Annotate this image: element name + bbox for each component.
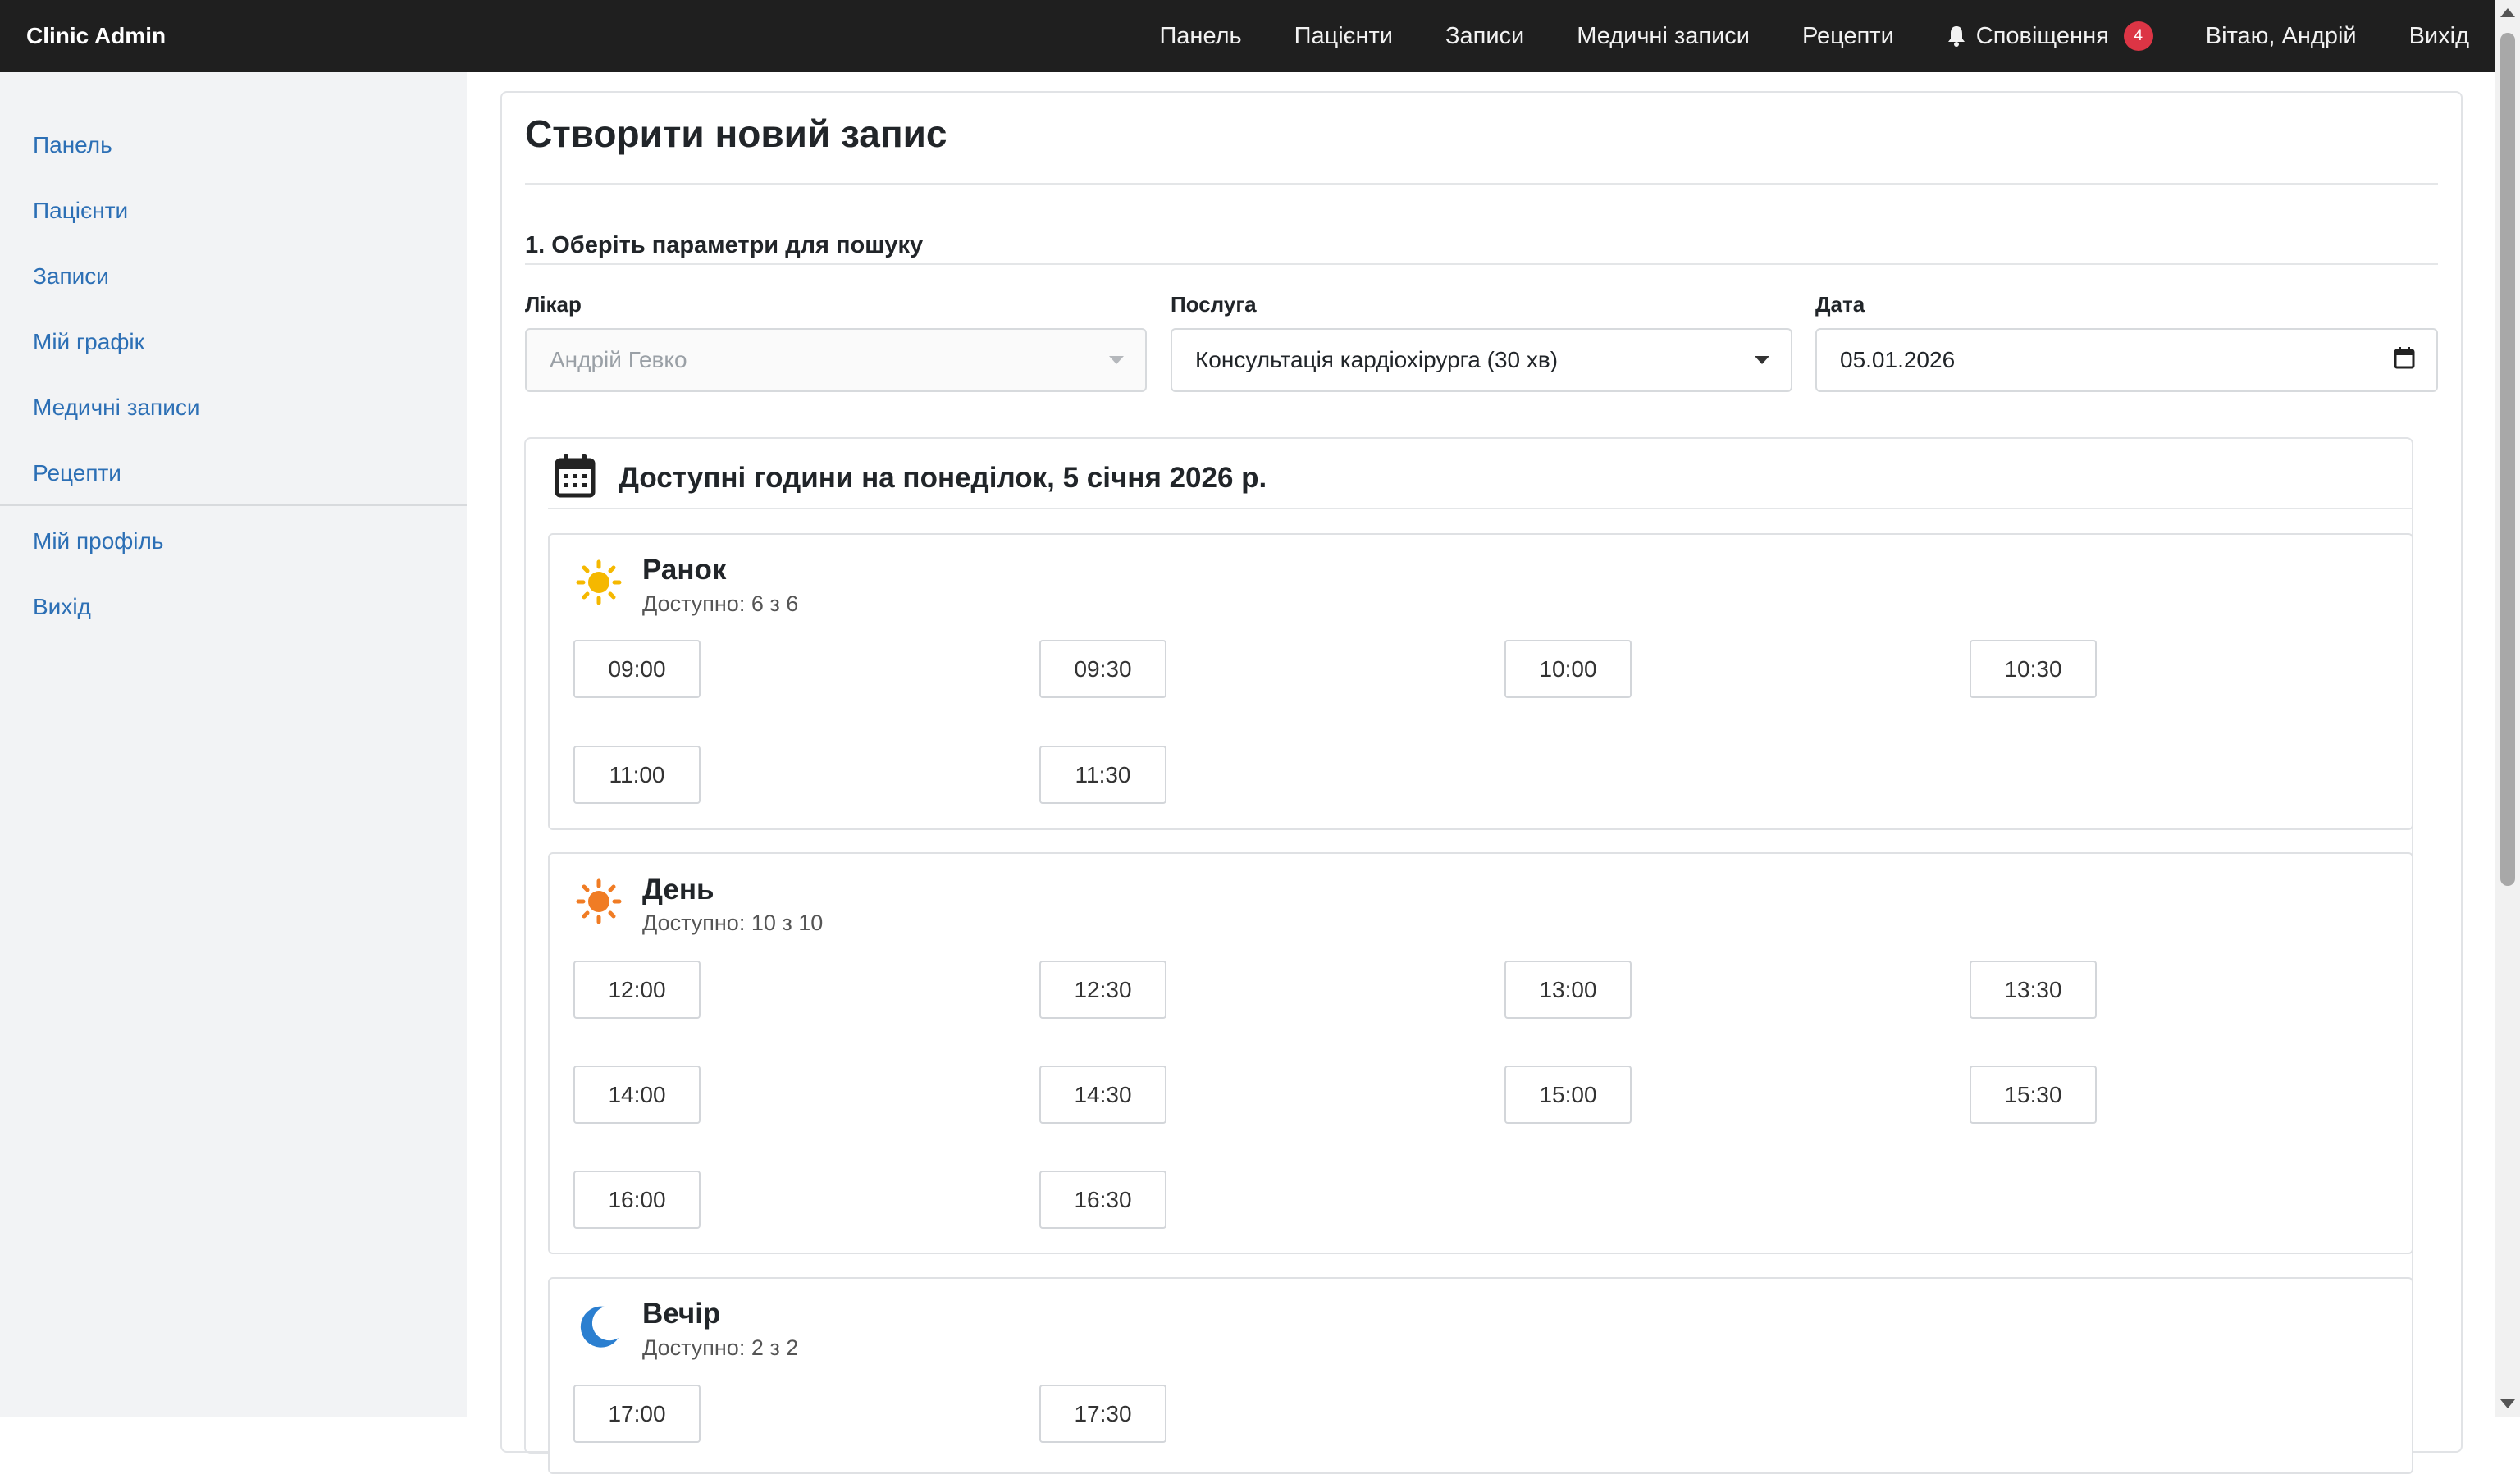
doctor-label: Лікар	[525, 292, 582, 317]
date-input[interactable]: 05.01.2026	[1815, 328, 2438, 392]
notifications-count-badge: 4	[2123, 21, 2153, 51]
day-availability: Доступно: 10 з 10	[642, 910, 824, 935]
slot-button[interactable]: 10:30	[1970, 640, 2097, 698]
slot-button[interactable]: 11:00	[573, 746, 701, 804]
sidebar-item-appointments[interactable]: Записи	[33, 263, 109, 290]
nav-patients[interactable]: Пацієнти	[1294, 23, 1393, 50]
sun-icon	[574, 877, 623, 930]
chevron-down-icon	[1755, 356, 1769, 364]
slot-button[interactable]: 14:00	[573, 1066, 701, 1124]
scroll-down-arrow-icon[interactable]	[2500, 1399, 2515, 1408]
evening-title: Вечір	[642, 1298, 721, 1330]
evening-period-card	[548, 1277, 2413, 1474]
slot-button[interactable]: 17:30	[1039, 1385, 1166, 1443]
nav-greeting[interactable]: Вітаю, Андрій	[2206, 23, 2357, 50]
sidebar-item-medical-records[interactable]: Медичні записи	[33, 395, 199, 421]
morning-title: Ранок	[642, 554, 727, 586]
slot-button[interactable]: 12:00	[573, 961, 701, 1019]
slot-button[interactable]: 13:00	[1504, 961, 1632, 1019]
morning-period-card	[548, 533, 2413, 830]
section-divider	[525, 263, 2438, 265]
sidebar-item-panel[interactable]: Панель	[33, 132, 112, 158]
doctor-select-value: Андрій Гевко	[550, 347, 687, 372]
sidebar: Панель Пацієнти Записи Мій графік Медичн…	[0, 72, 467, 1417]
slot-button[interactable]: 13:30	[1970, 961, 2097, 1019]
date-input-value: 05.01.2026	[1840, 347, 1956, 372]
scrollbar-thumb[interactable]	[2500, 33, 2515, 886]
slot-button[interactable]: 10:00	[1504, 640, 1632, 698]
service-select[interactable]: Консультація кардіохірурга (30 хв)	[1171, 328, 1792, 392]
chevron-down-icon	[1109, 356, 1124, 364]
slot-button[interactable]: 12:30	[1039, 961, 1166, 1019]
nav-logout[interactable]: Вихід	[2409, 23, 2469, 50]
sidebar-item-prescriptions[interactable]: Рецепти	[33, 460, 121, 486]
page-title: Створити новий запис	[525, 112, 947, 155]
evening-availability: Доступно: 2 з 2	[642, 1335, 799, 1360]
date-label: Дата	[1815, 292, 1865, 317]
slot-button[interactable]: 16:30	[1039, 1171, 1166, 1229]
day-period-card	[548, 852, 2413, 1254]
nav-appointments[interactable]: Записи	[1445, 23, 1524, 50]
sidebar-divider	[0, 504, 467, 506]
sidebar-item-patients[interactable]: Пацієнти	[33, 198, 128, 224]
nav-prescriptions[interactable]: Рецепти	[1802, 23, 1894, 50]
slot-button[interactable]: 09:30	[1039, 640, 1166, 698]
notifications-label: Сповіщення	[1975, 22, 2109, 49]
slot-button[interactable]: 09:00	[573, 640, 701, 698]
sidebar-item-my-profile[interactable]: Мій профіль	[33, 528, 163, 554]
brand-logo[interactable]: Clinic Admin	[26, 23, 166, 49]
morning-availability: Доступно: 6 з 6	[642, 591, 799, 616]
nav-panel[interactable]: Панель	[1159, 23, 1241, 50]
slot-button[interactable]: 15:30	[1970, 1066, 2097, 1124]
slots-title-divider	[548, 508, 2413, 509]
slot-button[interactable]: 16:00	[573, 1171, 701, 1229]
calendar-icon	[555, 454, 596, 502]
slot-button[interactable]: 17:00	[573, 1385, 701, 1443]
moon-icon	[574, 1302, 623, 1355]
slot-button[interactable]: 11:30	[1039, 746, 1166, 804]
calendar-picker-icon[interactable]	[2394, 346, 2415, 375]
sun-icon	[574, 558, 623, 611]
available-slots-title: Доступні години на понеділок, 5 січня 20…	[619, 462, 1267, 494]
day-title: День	[642, 874, 714, 906]
scroll-up-arrow-icon[interactable]	[2500, 8, 2515, 17]
top-nav: Панель Пацієнти Записи Медичні записи Ре…	[1159, 0, 2469, 72]
nav-notifications[interactable]: Сповіщення 4	[1947, 21, 2153, 51]
nav-medical-records[interactable]: Медичні записи	[1577, 23, 1750, 50]
sidebar-item-logout[interactable]: Вихід	[33, 594, 91, 620]
slot-button[interactable]: 15:00	[1504, 1066, 1632, 1124]
service-label: Послуга	[1171, 292, 1257, 317]
bell-icon	[1947, 25, 1966, 47]
doctor-select[interactable]: Андрій Гевко	[525, 328, 1147, 392]
slot-button[interactable]: 14:30	[1039, 1066, 1166, 1124]
top-navbar: Clinic Admin Панель Пацієнти Записи Меди…	[0, 0, 2495, 72]
search-params-heading: 1. Оберіть параметри для пошуку	[525, 232, 924, 258]
sidebar-item-my-schedule[interactable]: Мій графік	[33, 329, 144, 355]
title-divider	[525, 183, 2438, 185]
service-select-value: Консультація кардіохірурга (30 хв)	[1195, 347, 1559, 372]
